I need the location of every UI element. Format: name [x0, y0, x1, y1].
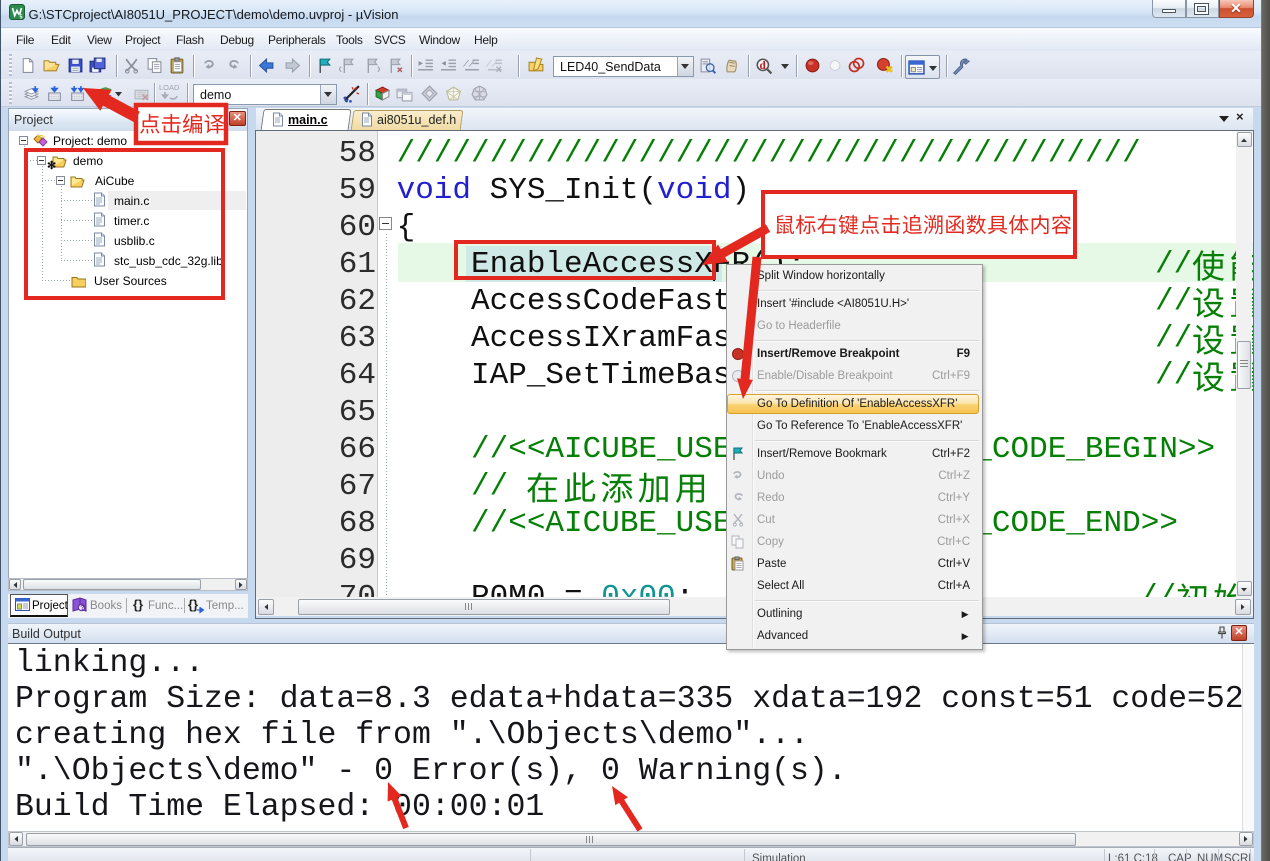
svg-text:?: ?	[80, 605, 84, 612]
svg-text:LOAD: LOAD	[159, 83, 180, 92]
svg-text:5: 5	[20, 14, 23, 20]
svg-text:d: d	[760, 60, 767, 72]
